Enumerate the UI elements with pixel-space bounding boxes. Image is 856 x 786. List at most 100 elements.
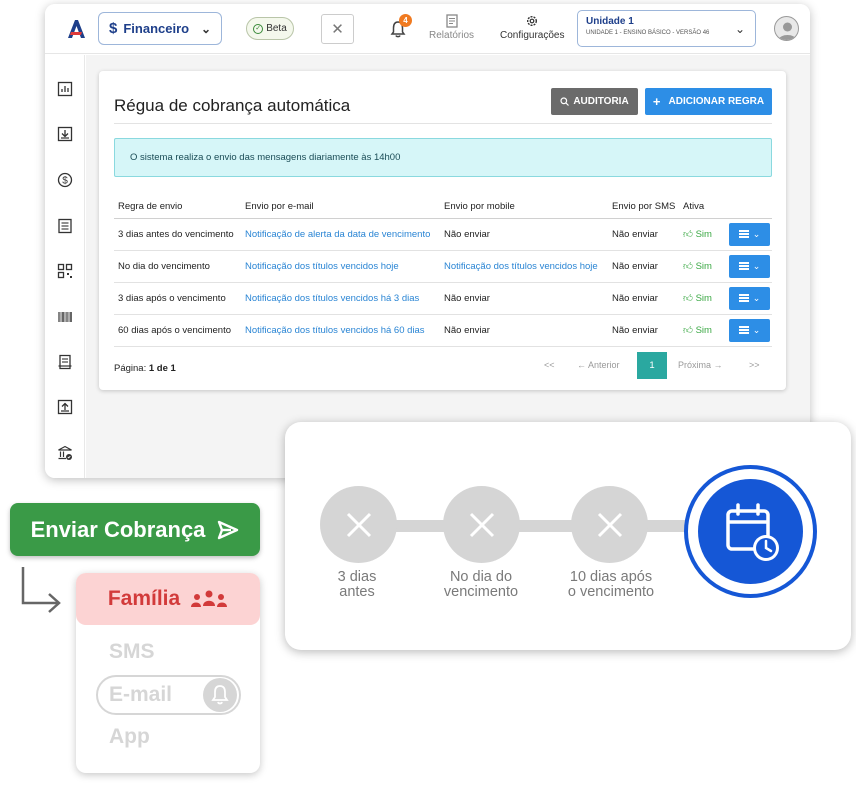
beta-label: Beta [266, 23, 287, 34]
info-alert-text: O sistema realiza o envio das mensagens … [130, 152, 401, 163]
row-menu-button[interactable]: ⌄ [729, 254, 770, 278]
cell-actions: ⌄ [725, 282, 772, 315]
cell-rule: No dia do vencimento [114, 250, 241, 283]
timeline-step-label-line: antes [339, 584, 375, 600]
col-regra: Regra de envio [114, 195, 241, 219]
avatar[interactable] [774, 16, 799, 41]
thumbs-up-icon: 👍︎ [683, 229, 696, 240]
notification-toggle[interactable] [203, 678, 237, 712]
cell-sms: Não enviar [608, 250, 679, 283]
audit-button[interactable]: AUDITORIA [551, 88, 638, 115]
cell-sms: Não enviar [608, 282, 679, 315]
beta-badge[interactable]: ✓ Beta [246, 17, 294, 40]
gear-icon [527, 15, 538, 27]
col-mobile: Envio por mobile [440, 195, 608, 219]
page-title: Régua de cobrança automática [114, 96, 351, 115]
timeline-step [571, 486, 648, 563]
rules-card: Régua de cobrança automática AUDITORIA +… [99, 71, 786, 390]
timeline-step-label-line: o vencimento [567, 584, 655, 600]
pagination-value: 1 de 1 [148, 363, 176, 374]
qr-code-icon[interactable] [57, 263, 73, 279]
chevron-down-icon: ⌄ [200, 21, 211, 36]
download-box-icon[interactable] [57, 126, 73, 142]
page-prev-button[interactable]: ← Anterior [577, 352, 620, 379]
close-icon [597, 512, 623, 538]
row-menu-button[interactable]: ⌄ [729, 222, 770, 246]
page-current-button[interactable]: 1 [637, 352, 667, 379]
family-group-button[interactable]: Família [76, 573, 260, 625]
channel-app[interactable]: App [109, 725, 150, 749]
chevron-down-icon: ⌄ [752, 292, 761, 303]
channel-sms[interactable]: SMS [109, 640, 155, 664]
top-bar: $ Financeiro ⌄ ✓ Beta ✕ 4 Relatórios Con… [45, 4, 810, 54]
document-list-icon[interactable] [57, 218, 73, 234]
app-window: $ Financeiro ⌄ ✓ Beta ✕ 4 Relatórios Con… [45, 4, 810, 478]
cell-sms: Não enviar [608, 218, 679, 251]
cell-email-link[interactable]: Notificação de alerta da data de vencime… [241, 218, 440, 251]
report-icon [445, 14, 458, 28]
timeline-step-label-line: No dia do [449, 569, 513, 585]
cell-mobile-link[interactable]: Notificação dos títulos vencidos hoje [440, 250, 608, 283]
check-circle-icon: ✓ [253, 23, 264, 34]
table-row: 3 dias após o vencimento Notificação dos… [114, 282, 772, 315]
nav-relatorios-label: Relatórios [429, 30, 475, 41]
unit-detail: UNIDADE 1 - ENSINO BÁSICO - VERSÃO 46 [586, 30, 710, 36]
cell-mobile: Não enviar [440, 218, 608, 251]
chevron-down-icon: ⌄ [752, 324, 761, 335]
family-label: Família [107, 587, 181, 610]
timeline-final-step [684, 465, 817, 598]
chevron-down-icon: ⌄ [752, 260, 761, 271]
menu-icon [738, 230, 749, 238]
menu-icon [738, 262, 749, 270]
row-menu-button[interactable]: ⌄ [729, 286, 770, 310]
receipt-icon[interactable] [57, 354, 73, 370]
cell-sms: Não enviar [608, 314, 679, 347]
nav-relatorios[interactable]: Relatórios [429, 14, 474, 41]
dashboard-icon[interactable] [57, 81, 73, 97]
row-menu-button[interactable]: ⌄ [729, 318, 770, 342]
active-label: Sim [695, 229, 712, 240]
channel-email[interactable]: E-mail [96, 675, 241, 715]
page-next-button[interactable]: Próxima → [678, 352, 723, 379]
unit-select[interactable]: Unidade 1 UNIDADE 1 - ENSINO BÁSICO - VE… [577, 10, 756, 47]
audit-button-label: AUDITORIA [573, 96, 629, 107]
plus-icon: + [652, 94, 661, 109]
table-row: No dia do vencimento Notificação dos tít… [114, 250, 772, 283]
collapse-menu-button[interactable]: ✕ [321, 14, 354, 44]
page-first-button[interactable]: << [544, 352, 555, 379]
cell-email-link[interactable]: Notificação dos títulos vencidos hoje [241, 250, 440, 283]
col-email: Envio por e-mail [241, 195, 440, 219]
cell-actions: ⌄ [725, 218, 772, 251]
cell-active: 👍︎ Sim [679, 250, 725, 283]
thumbs-up-icon: 👍︎ [683, 293, 696, 304]
add-rule-button[interactable]: + ADICIONAR REGRA [645, 88, 772, 115]
cell-email-link[interactable]: Notificação dos títulos vencidos há 60 d… [241, 314, 440, 347]
active-label: Sim [695, 325, 712, 336]
bank-check-icon[interactable] [57, 445, 73, 461]
send-billing-button[interactable]: Enviar Cobrança [10, 503, 260, 556]
col-actions [725, 195, 772, 219]
timeline-step-label-line: vencimento [443, 584, 519, 600]
cell-active: 👍︎ Sim [679, 218, 725, 251]
timeline-card: 3 dias antes No dia do vencimento 10 dia… [285, 422, 851, 650]
page-last-button[interactable]: >> [749, 352, 760, 379]
nav-configuracoes[interactable]: Configurações [500, 14, 564, 41]
module-select[interactable]: $ Financeiro ⌄ [98, 12, 222, 45]
timeline-step-label: 10 dias após o vencimento [553, 570, 669, 600]
cell-email-link[interactable]: Notificação dos títulos vencidos há 3 di… [241, 282, 440, 315]
divider [114, 123, 772, 124]
notification-badge: 4 [399, 14, 412, 27]
upload-box-icon[interactable] [57, 399, 73, 415]
timeline-step-label-line: 10 dias após [569, 569, 653, 585]
cell-actions: ⌄ [725, 314, 772, 347]
arrow-down-right-icon [21, 567, 61, 613]
dollar-circle-icon[interactable]: $ [57, 172, 73, 188]
cell-rule: 3 dias antes do vencimento [114, 218, 241, 251]
search-icon [560, 97, 570, 106]
timeline-final-step-inner [698, 479, 803, 584]
active-label: Sim [695, 293, 712, 304]
active-label: Sim [695, 261, 712, 272]
dollar-icon: $ [109, 20, 118, 37]
app-logo[interactable] [65, 18, 87, 40]
barcode-icon[interactable] [57, 309, 73, 325]
